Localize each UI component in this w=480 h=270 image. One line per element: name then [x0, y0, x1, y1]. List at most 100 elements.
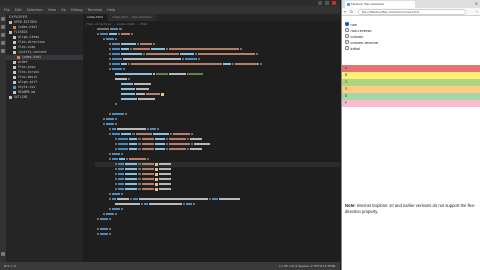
- color-swatch-icon: [154, 177, 158, 181]
- code-token: [118, 33, 121, 35]
- code-token: [103, 123, 106, 125]
- code-token: [115, 118, 118, 120]
- code-token: [186, 73, 204, 75]
- menu-item[interactable]: View: [48, 6, 56, 14]
- code-token: [146, 158, 149, 160]
- code-token: [106, 123, 115, 125]
- note-text: Internet Explorer 10 and earlier version…: [345, 203, 476, 214]
- code-token: [106, 38, 115, 40]
- code-token: [97, 233, 100, 235]
- radio-button[interactable]: [345, 46, 349, 50]
- browser-menu-icon[interactable]: ⋯: [476, 9, 478, 15]
- code-token: [121, 93, 136, 95]
- note-label: Note:: [345, 203, 356, 208]
- code-token: [109, 53, 112, 55]
- debug-icon[interactable]: [1, 41, 5, 45]
- status-problems[interactable]: ⊗ 0 ⚠ 0: [4, 264, 16, 268]
- code-token: [190, 143, 193, 145]
- search-icon[interactable]: [1, 25, 5, 29]
- code-token: [166, 138, 169, 140]
- gear-icon[interactable]: [1, 252, 5, 256]
- explorer-item-label: flex-grow: [18, 65, 36, 69]
- editor-tab[interactable]: index.html: [83, 14, 107, 21]
- radio-button[interactable]: [345, 22, 349, 26]
- code-token: [109, 48, 112, 50]
- code-token: [138, 163, 141, 165]
- close-icon[interactable]: [332, 1, 336, 5]
- color-swatch-icon: [154, 182, 158, 186]
- browser-close-icon[interactable]: ✕: [475, 1, 478, 6]
- code-token: [97, 228, 100, 230]
- code-token: [119, 158, 126, 160]
- explorer-item[interactable]: OUTLINE: [6, 95, 83, 100]
- file-icon: [13, 71, 16, 74]
- maximize-icon[interactable]: [325, 1, 329, 5]
- code-token: [112, 208, 121, 210]
- source-control-icon[interactable]: [1, 33, 5, 37]
- code-token: [136, 93, 145, 95]
- code-token: [141, 163, 154, 165]
- code-line: [115, 147, 203, 152]
- code-token: [125, 113, 128, 115]
- favicon-icon: [347, 3, 350, 6]
- code-token: [149, 128, 157, 130]
- code-token: [109, 208, 112, 210]
- code-token: [121, 193, 124, 195]
- menu-item[interactable]: File: [4, 6, 10, 14]
- direction-option[interactable]: column-reverse: [345, 39, 378, 45]
- code-area[interactable]: · · · · · · · · · · · · · · · · · · · · · · · · · · · · · · · · · · · · · · · ·…: [83, 27, 340, 262]
- menu-item[interactable]: Go: [61, 6, 66, 14]
- editor-tab[interactable]: index.html ~ flex-direction: [108, 14, 157, 21]
- explorer-icon[interactable]: [1, 17, 5, 21]
- code-token: [219, 198, 240, 200]
- menu-item[interactable]: Edit: [15, 6, 22, 14]
- code-token: [115, 143, 118, 145]
- file-icon: [13, 36, 16, 39]
- code-token: [141, 183, 154, 185]
- menu-item[interactable]: Help: [107, 6, 115, 14]
- code-token: [118, 138, 129, 140]
- back-icon[interactable]: ←: [344, 9, 347, 15]
- radio-button[interactable]: [345, 34, 349, 38]
- code-token: [123, 58, 181, 60]
- status-info[interactable]: Ln 28, Col 9 Spaces: 2 UTF-8 LF HTML: [279, 264, 336, 268]
- address-bar[interactable]: file:///flexbox/flex-direction/index.htm…: [358, 9, 466, 15]
- radio-button[interactable]: [345, 28, 349, 32]
- menu-item[interactable]: Debug: [71, 6, 83, 14]
- direction-option[interactable]: initial: [345, 45, 378, 51]
- code-token: [143, 203, 148, 205]
- minimize-icon[interactable]: [318, 1, 322, 5]
- code-token: [158, 173, 172, 175]
- code-token: [141, 188, 154, 190]
- code-token: [126, 158, 129, 160]
- code-token: [115, 188, 118, 190]
- code-token: [121, 48, 130, 50]
- code-token: [136, 88, 149, 90]
- code-token: [169, 148, 186, 150]
- radio-button[interactable]: [345, 40, 349, 44]
- code-token: [139, 43, 152, 45]
- code-token: [121, 133, 132, 135]
- code-token: [150, 48, 166, 50]
- code-token: [148, 203, 182, 205]
- code-token: [138, 178, 141, 180]
- code-token: [125, 188, 138, 190]
- menu-item[interactable]: Selection: [27, 6, 43, 14]
- code-token: [109, 33, 118, 35]
- code-token: [166, 48, 169, 50]
- explorer-item-label: flex-direction: [18, 40, 45, 44]
- extensions-icon[interactable]: [1, 49, 5, 53]
- direction-radio-group: row row-reverse column column-reverse initia…: [345, 21, 378, 51]
- browser-tab[interactable]: Flexbox: flex-direction: [345, 1, 415, 8]
- code-token: [115, 213, 118, 215]
- code-token: [133, 198, 138, 200]
- code-token: [194, 53, 197, 55]
- code-token: [110, 28, 119, 30]
- code-token: [141, 173, 154, 175]
- refresh-icon[interactable]: ↻: [350, 9, 353, 15]
- menu-item[interactable]: Terminal: [87, 6, 102, 14]
- code-token: [109, 158, 112, 160]
- code-line: [121, 97, 156, 102]
- code-token: [117, 128, 146, 130]
- code-line: [109, 62, 263, 67]
